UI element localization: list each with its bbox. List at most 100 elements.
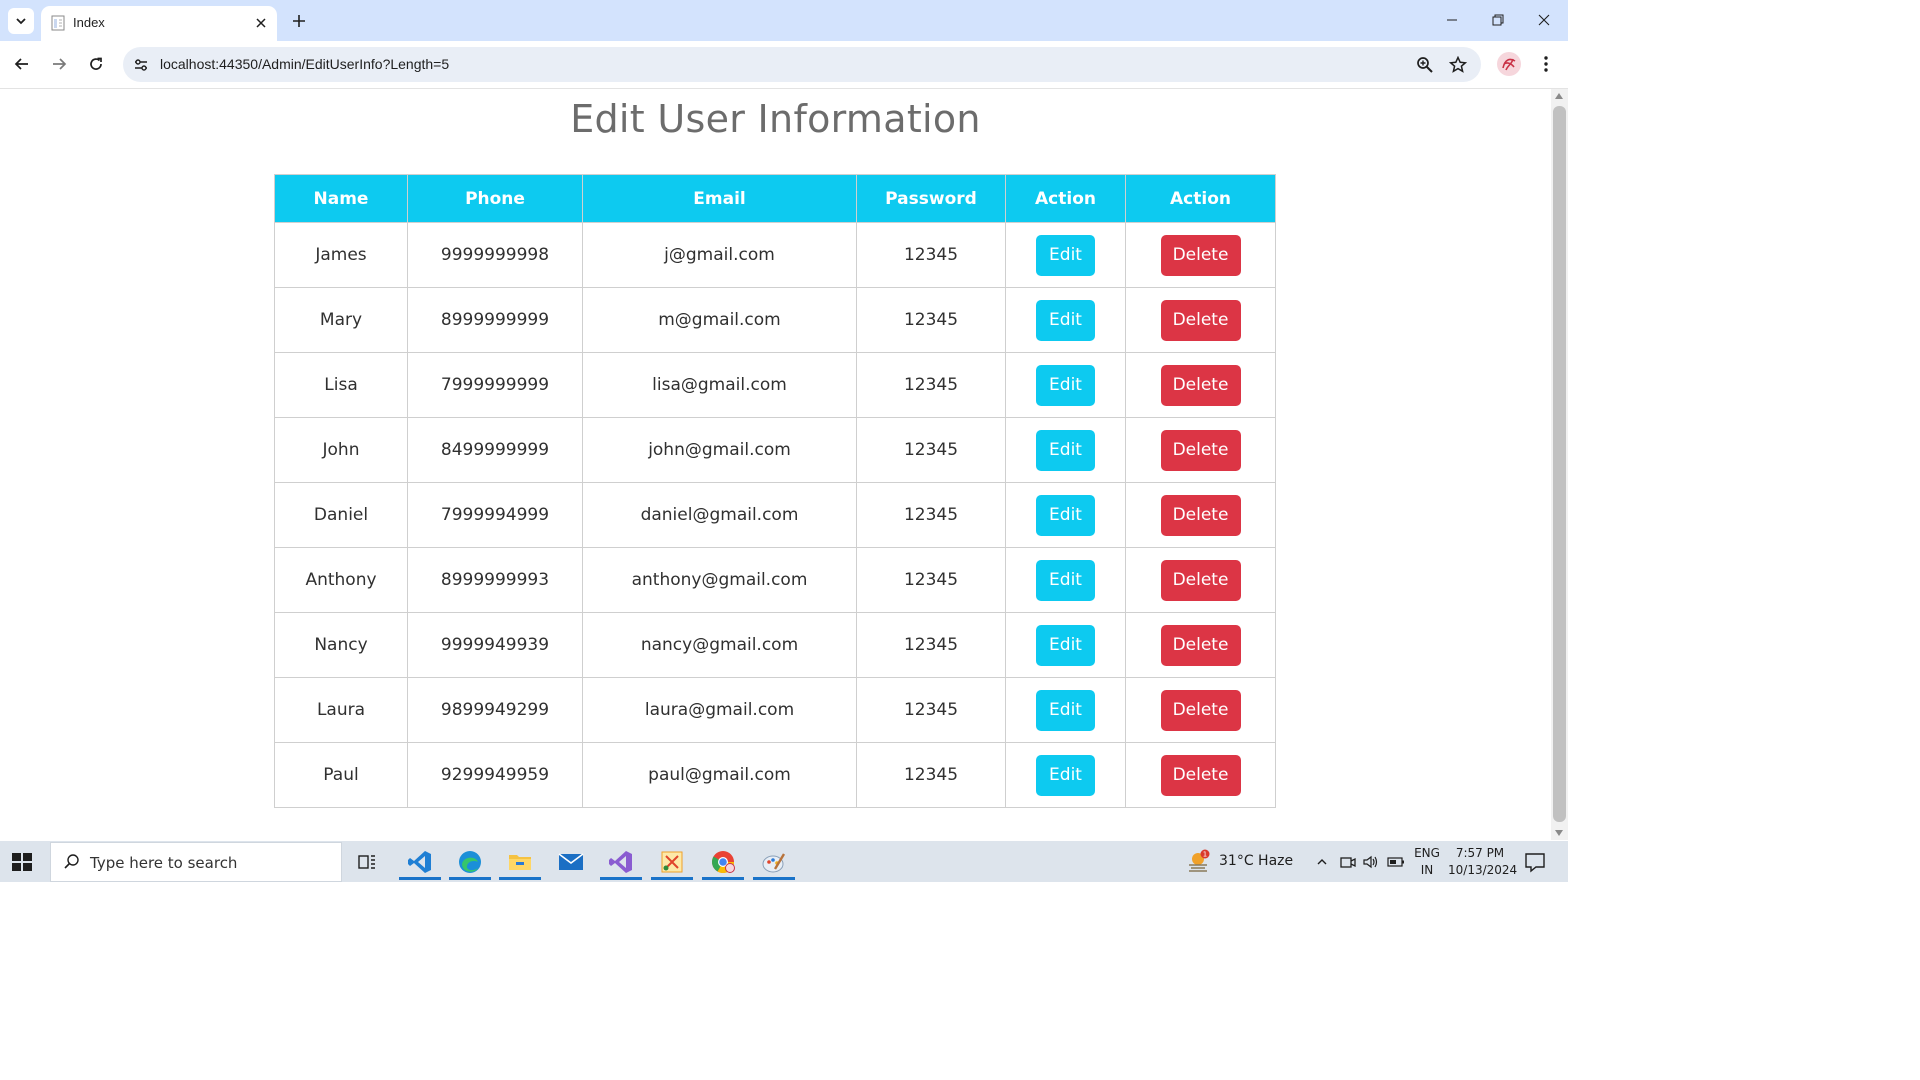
close-icon bbox=[256, 18, 266, 28]
delete-button[interactable]: Delete bbox=[1160, 624, 1241, 666]
taskbar-snipping-tool[interactable] bbox=[651, 844, 693, 880]
plus-icon bbox=[293, 15, 305, 27]
task-view-button[interactable] bbox=[346, 844, 388, 880]
taskbar-edge[interactable] bbox=[449, 844, 491, 880]
running-indicator bbox=[499, 877, 541, 880]
input-language[interactable]: ENG IN bbox=[1413, 845, 1441, 879]
cell-password: 12345 bbox=[856, 352, 1006, 418]
close-window-button[interactable] bbox=[1521, 0, 1567, 40]
zoom-in-icon bbox=[1417, 57, 1433, 73]
running-indicator bbox=[449, 877, 491, 880]
delete-button[interactable]: Delete bbox=[1160, 754, 1241, 796]
cell-password: 12345 bbox=[856, 482, 1006, 548]
avatar-icon bbox=[1502, 58, 1516, 71]
cell-name: John bbox=[274, 417, 408, 483]
weather-alert-badge: 1 bbox=[1203, 851, 1207, 859]
cell-email: j@gmail.com bbox=[582, 222, 857, 288]
delete-button[interactable]: Delete bbox=[1160, 494, 1241, 536]
profile-avatar[interactable] bbox=[1497, 52, 1521, 76]
cell-email: daniel@gmail.com bbox=[582, 482, 857, 548]
address-bar[interactable]: localhost:44350/Admin/EditUserInfo?Lengt… bbox=[123, 47, 1481, 82]
edit-button[interactable]: Edit bbox=[1036, 234, 1095, 276]
edit-button[interactable]: Edit bbox=[1036, 494, 1095, 536]
taskbar-visual-studio[interactable] bbox=[600, 844, 642, 880]
cell-action-edit: Edit bbox=[1005, 352, 1126, 418]
column-header-email: Email bbox=[582, 174, 857, 223]
volume-icon bbox=[1363, 855, 1378, 869]
cell-action-edit: Edit bbox=[1005, 742, 1126, 808]
cell-name: Anthony bbox=[274, 547, 408, 613]
zoom-button[interactable] bbox=[1413, 53, 1437, 77]
arrow-right-icon bbox=[53, 58, 67, 70]
back-button[interactable] bbox=[8, 50, 36, 78]
forward-button[interactable] bbox=[45, 50, 73, 78]
delete-button[interactable]: Delete bbox=[1160, 299, 1241, 341]
windows-start-icon[interactable] bbox=[10, 850, 34, 874]
battery-button[interactable] bbox=[1386, 852, 1406, 872]
cell-action-edit: Edit bbox=[1005, 222, 1126, 288]
cell-name: Lisa bbox=[274, 352, 408, 418]
delete-button[interactable]: Delete bbox=[1160, 364, 1241, 406]
taskbar-file-explorer[interactable] bbox=[499, 844, 541, 880]
notification-center-icon[interactable] bbox=[1524, 851, 1546, 873]
cell-action-delete: Delete bbox=[1125, 222, 1276, 288]
tab-search-button[interactable] bbox=[8, 8, 34, 34]
running-indicator bbox=[399, 877, 441, 880]
delete-button[interactable]: Delete bbox=[1160, 234, 1241, 276]
browser-tab-index[interactable]: Index bbox=[41, 6, 277, 41]
show-hidden-icons-button[interactable] bbox=[1312, 852, 1332, 872]
taskbar-search-input[interactable]: Type here to search bbox=[50, 842, 342, 882]
url-text[interactable]: localhost:44350/Admin/EditUserInfo?Lengt… bbox=[160, 56, 449, 72]
taskbar-chrome[interactable] bbox=[702, 844, 744, 880]
system-clock[interactable]: 7:57 PM 10/13/2024 bbox=[1448, 845, 1517, 879]
edit-button[interactable]: Edit bbox=[1036, 624, 1095, 666]
edit-button[interactable]: Edit bbox=[1036, 689, 1095, 731]
vertical-scrollbar[interactable] bbox=[1551, 89, 1568, 840]
edit-button[interactable]: Edit bbox=[1036, 429, 1095, 471]
restore-button[interactable] bbox=[1475, 0, 1521, 40]
table-row: Laura 9899949299 laura@gmail.com 12345 E… bbox=[274, 677, 1276, 743]
delete-button[interactable]: Delete bbox=[1160, 559, 1241, 601]
star-icon bbox=[1449, 56, 1467, 73]
cell-action-delete: Delete bbox=[1125, 352, 1276, 418]
browser-menu-button[interactable] bbox=[1535, 50, 1557, 78]
task-view-icon bbox=[358, 855, 375, 869]
running-indicator bbox=[651, 877, 693, 880]
bookmark-button[interactable] bbox=[1446, 53, 1470, 77]
browser-toolbar: localhost:44350/Admin/EditUserInfo?Lengt… bbox=[0, 41, 1568, 89]
column-header-phone: Phone bbox=[407, 174, 583, 223]
delete-button[interactable]: Delete bbox=[1160, 429, 1241, 471]
site-info-button[interactable] bbox=[131, 55, 151, 75]
edit-button[interactable]: Edit bbox=[1036, 754, 1095, 796]
weather-haze-icon[interactable]: 1 bbox=[1186, 849, 1212, 875]
table-row: John 8499999999 john@gmail.com 12345 Edi… bbox=[274, 417, 1276, 483]
meet-now-button[interactable] bbox=[1338, 852, 1358, 872]
minimize-button[interactable] bbox=[1429, 0, 1475, 40]
scroll-down-arrow-icon[interactable] bbox=[1555, 830, 1563, 836]
taskbar-mail[interactable] bbox=[550, 844, 592, 880]
close-icon bbox=[1538, 14, 1550, 26]
taskbar-paint[interactable] bbox=[753, 844, 795, 880]
weather-text[interactable]: 31°C Haze bbox=[1219, 853, 1293, 869]
tab-close-button[interactable] bbox=[251, 13, 271, 33]
scrollbar-thumb[interactable] bbox=[1553, 106, 1566, 822]
table-row: Paul 9299949959 paul@gmail.com 12345 Edi… bbox=[274, 742, 1276, 808]
cell-password: 12345 bbox=[856, 222, 1006, 288]
reload-button[interactable] bbox=[82, 50, 110, 78]
edit-button[interactable]: Edit bbox=[1036, 559, 1095, 601]
edit-button[interactable]: Edit bbox=[1036, 364, 1095, 406]
volume-button[interactable] bbox=[1361, 852, 1381, 872]
cell-action-edit: Edit bbox=[1005, 417, 1126, 483]
taskbar-vscode[interactable] bbox=[399, 844, 441, 880]
table-row: Daniel 7999994999 daniel@gmail.com 12345… bbox=[274, 482, 1276, 548]
cell-action-delete: Delete bbox=[1125, 547, 1276, 613]
edit-button[interactable]: Edit bbox=[1036, 299, 1095, 341]
new-tab-button[interactable] bbox=[286, 8, 312, 34]
minimize-icon bbox=[1447, 19, 1457, 21]
cell-phone: 9899949299 bbox=[407, 677, 583, 743]
cell-password: 12345 bbox=[856, 547, 1006, 613]
delete-button[interactable]: Delete bbox=[1160, 689, 1241, 731]
page-icon bbox=[51, 15, 65, 31]
scroll-up-arrow-icon[interactable] bbox=[1555, 93, 1563, 99]
page-title: Edit User Information bbox=[570, 97, 981, 141]
